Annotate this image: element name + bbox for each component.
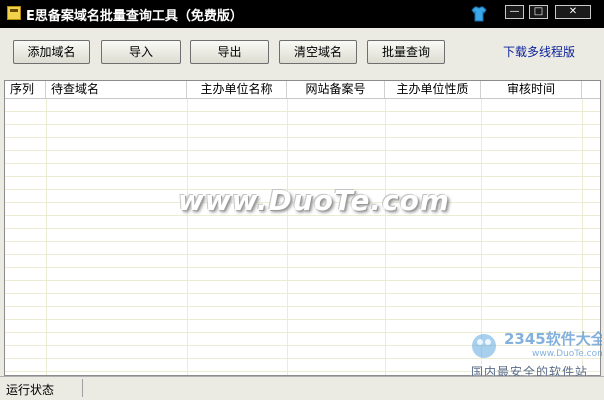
tshirt-skin-icon[interactable] bbox=[470, 5, 488, 23]
add-domain-button[interactable]: 添加域名 bbox=[13, 40, 90, 64]
table-header: 序列 待查域名 主办单位名称 网站备案号 主办单位性质 审核时间 bbox=[5, 81, 600, 99]
column-divider bbox=[385, 99, 386, 375]
minimize-button[interactable]: — bbox=[505, 5, 524, 19]
column-divider bbox=[46, 99, 47, 375]
column-header-icp-number[interactable]: 网站备案号 bbox=[287, 81, 385, 98]
download-multithread-link[interactable]: 下载多线程版 bbox=[503, 43, 575, 60]
logo-brand-text: 2345软件大全 bbox=[504, 330, 602, 348]
app-icon bbox=[7, 6, 21, 20]
close-button[interactable]: ✕ bbox=[555, 5, 591, 19]
logo-url-text: www.DuoTe.com bbox=[532, 349, 602, 359]
export-button[interactable]: 导出 bbox=[190, 40, 269, 64]
status-text: 运行状态 bbox=[6, 383, 55, 397]
status-divider bbox=[82, 379, 83, 397]
maximize-button[interactable]: □ bbox=[529, 5, 548, 19]
window-title: E思备案域名批量查询工具（免费版） bbox=[26, 9, 243, 24]
batch-query-button[interactable]: 批量查询 bbox=[367, 40, 445, 64]
title-bar[interactable]: E思备案域名批量查询工具（免费版） — □ ✕ bbox=[0, 0, 604, 28]
column-header-organizer-type[interactable]: 主办单位性质 bbox=[385, 81, 481, 98]
import-button[interactable]: 导入 bbox=[101, 40, 181, 64]
column-header-organizer[interactable]: 主办单位名称 bbox=[187, 81, 287, 98]
column-divider bbox=[287, 99, 288, 375]
clear-domains-button[interactable]: 清空域名 bbox=[279, 40, 357, 64]
toolbar: 添加域名 导入 导出 清空域名 批量查询 下载多线程版 bbox=[0, 28, 604, 76]
status-bar: 运行状态 bbox=[0, 376, 604, 400]
column-header-review-time[interactable]: 审核时间 bbox=[481, 81, 582, 98]
column-header-domain[interactable]: 待查域名 bbox=[46, 81, 187, 98]
duote-watermark: www.DuoTe.com bbox=[178, 184, 450, 217]
column-divider bbox=[187, 99, 188, 375]
column-header-index[interactable]: 序列 bbox=[5, 81, 46, 98]
app-window: E思备案域名批量查询工具（免费版） — □ ✕ 添加域名 导入 导出 清空域名 … bbox=[0, 0, 604, 400]
